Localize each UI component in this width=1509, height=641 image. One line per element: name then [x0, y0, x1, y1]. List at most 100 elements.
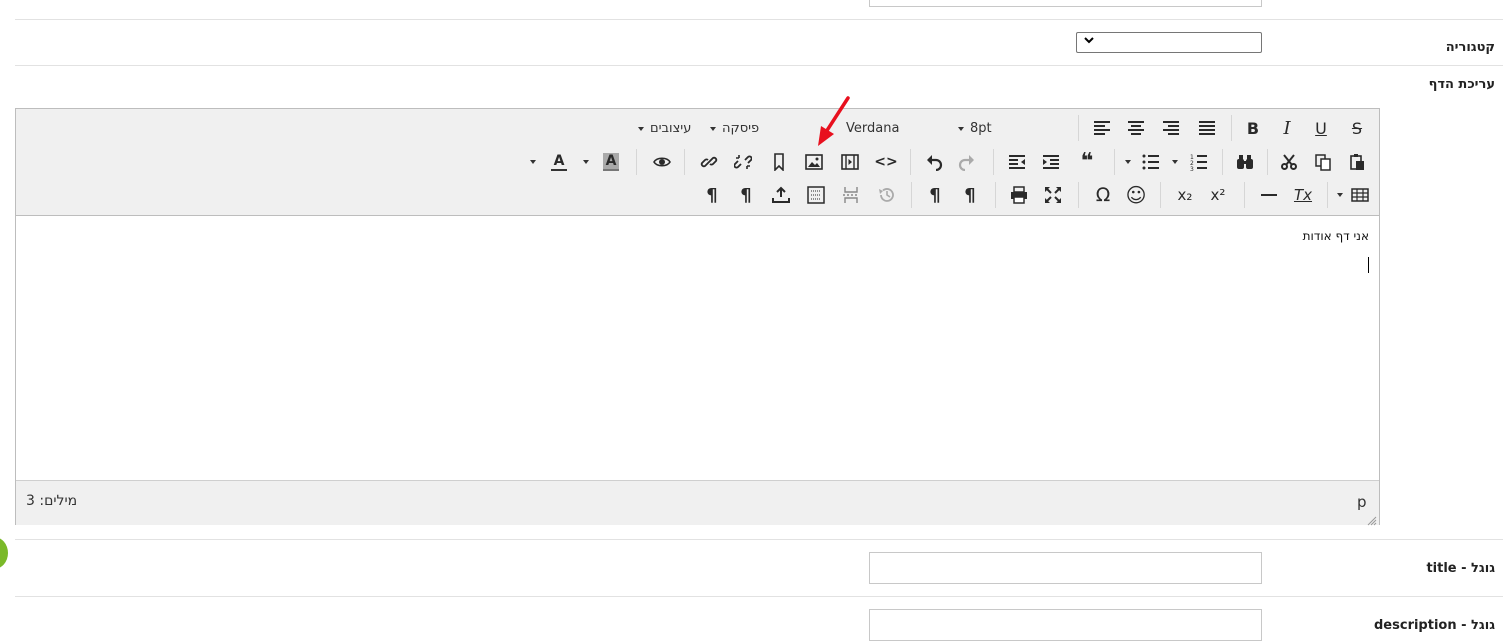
pilcrow-icon: ¶: [964, 184, 976, 206]
align-right-icon[interactable]: [1158, 115, 1184, 141]
google-title-label: גוגל - title: [1426, 561, 1495, 576]
insert-upload-icon[interactable]: [768, 182, 794, 208]
element-path[interactable]: p: [1357, 493, 1367, 511]
rtl-direction-icon[interactable]: ¶: [957, 182, 983, 208]
italic-button[interactable]: I: [1274, 115, 1300, 141]
visual-chars-icon[interactable]: ¶: [699, 182, 725, 208]
category-select[interactable]: [1076, 32, 1262, 53]
background-color-button[interactable]: A: [598, 149, 624, 175]
text-color-caret-icon[interactable]: [530, 160, 536, 164]
blockquote-icon[interactable]: ❝: [1074, 149, 1100, 175]
bold-button[interactable]: B: [1240, 115, 1266, 141]
toolbar-separator: [1231, 115, 1232, 141]
category-label: קטגוריה: [1445, 40, 1495, 55]
top-textfield[interactable]: [869, 0, 1262, 7]
editor-statusbar: p מילים: 3: [16, 480, 1379, 526]
subscript-button[interactable]: x₂: [1172, 182, 1198, 208]
row-divider: [15, 596, 1503, 597]
text-cursor: [1368, 257, 1369, 273]
svg-text:3: 3: [1190, 166, 1194, 171]
undo-icon[interactable]: [921, 149, 947, 175]
table-caret-icon[interactable]: [1337, 193, 1343, 197]
justify-full-icon[interactable]: [1194, 115, 1220, 141]
background-color-caret-icon[interactable]: [583, 160, 589, 164]
toolbar-separator: [636, 149, 637, 175]
link-icon[interactable]: [696, 149, 722, 175]
pilcrow-icon: ¶: [740, 184, 752, 206]
toolbar-separator: [1078, 182, 1079, 208]
paragraph-dropdown[interactable]: פיסקה: [710, 121, 759, 136]
copy-icon[interactable]: [1310, 149, 1336, 175]
numbered-list-caret-icon[interactable]: [1172, 160, 1178, 164]
styles-dropdown[interactable]: עיצובים: [638, 121, 691, 136]
paste-icon[interactable]: [1344, 149, 1370, 175]
toolbar-separator: [1327, 182, 1328, 208]
google-title-input[interactable]: [869, 552, 1262, 584]
toolbar-separator: [1078, 115, 1079, 141]
toolbar-separator: [1267, 149, 1268, 175]
page-break-icon[interactable]: [838, 182, 864, 208]
show-blocks-icon[interactable]: ¶: [733, 182, 759, 208]
horizontal-rule-icon[interactable]: [1256, 182, 1282, 208]
help-badge[interactable]: [0, 537, 8, 569]
redo-icon[interactable]: [954, 149, 980, 175]
chevron-down-icon: [1083, 34, 1095, 49]
google-description-input[interactable]: [869, 609, 1262, 641]
page-edit-label: עריכת הדף: [1428, 77, 1495, 92]
preview-eye-icon[interactable]: [649, 149, 675, 175]
fullscreen-icon[interactable]: [1040, 182, 1066, 208]
strikethrough-button[interactable]: S: [1344, 115, 1370, 141]
rich-text-editor: S U I B 8pt Verdana פיסקה עיצובים 1 2 3 …: [15, 108, 1380, 526]
table-icon[interactable]: [1347, 182, 1373, 208]
toolbar-separator: [995, 182, 996, 208]
google-description-label: גוגל - description: [1374, 618, 1495, 633]
print-icon[interactable]: [1006, 182, 1032, 208]
cut-icon[interactable]: [1276, 149, 1302, 175]
toolbar-separator: [911, 182, 912, 208]
annotation-arrow-icon: [818, 96, 850, 146]
toolbar-separator: [1222, 149, 1223, 175]
restore-draft-icon[interactable]: [874, 182, 900, 208]
row-divider: [15, 65, 1503, 66]
unlink-icon[interactable]: [730, 149, 756, 175]
text-color-button[interactable]: A: [546, 149, 572, 175]
align-center-icon[interactable]: [1123, 115, 1149, 141]
row-divider: [15, 539, 1503, 540]
toolbar-separator: [1114, 149, 1115, 175]
ltr-direction-icon[interactable]: ¶: [922, 182, 948, 208]
outdent-icon[interactable]: [1004, 149, 1030, 175]
code-button[interactable]: <>: [873, 149, 899, 175]
toolbar-separator: [1160, 182, 1161, 208]
find-replace-icon[interactable]: [1232, 149, 1258, 175]
media-icon[interactable]: [837, 149, 863, 175]
pilcrow-icon: ¶: [929, 184, 941, 206]
caret-down-icon: [638, 126, 644, 131]
row-divider: [15, 19, 1503, 20]
align-left-icon[interactable]: [1089, 115, 1115, 141]
word-count: מילים: 3: [26, 493, 78, 509]
underline-button[interactable]: U: [1308, 115, 1334, 141]
superscript-button[interactable]: x²: [1205, 182, 1231, 208]
toolbar-separator: [910, 149, 911, 175]
toolbar-separator: [684, 149, 685, 175]
toolbar-separator: [1244, 182, 1245, 208]
template-icon[interactable]: [803, 182, 829, 208]
font-size-dropdown[interactable]: 8pt: [958, 121, 992, 136]
smiley-button[interactable]: ☺: [1123, 182, 1149, 208]
editor-toolbar: S U I B 8pt Verdana פיסקה עיצובים 1 2 3 …: [16, 109, 1379, 216]
indent-icon[interactable]: [1038, 149, 1064, 175]
caret-down-icon: [710, 126, 716, 131]
resize-handle-icon[interactable]: [1367, 511, 1377, 526]
content-paragraph: אני דף אודות: [1302, 229, 1369, 243]
editor-content-area[interactable]: אני דף אודות: [16, 216, 1379, 480]
bookmark-icon[interactable]: [766, 149, 792, 175]
special-char-button[interactable]: Ω: [1090, 182, 1116, 208]
numbered-list-icon[interactable]: 123: [1186, 149, 1212, 175]
bullet-list-icon[interactable]: [1138, 149, 1164, 175]
image-icon[interactable]: [801, 149, 827, 175]
caret-down-icon: [958, 126, 964, 131]
toolbar-separator: [993, 149, 994, 175]
pilcrow-icon: ¶: [706, 184, 718, 206]
bullet-list-caret-icon[interactable]: [1125, 160, 1131, 164]
clear-format-button[interactable]: Tx: [1290, 182, 1316, 208]
